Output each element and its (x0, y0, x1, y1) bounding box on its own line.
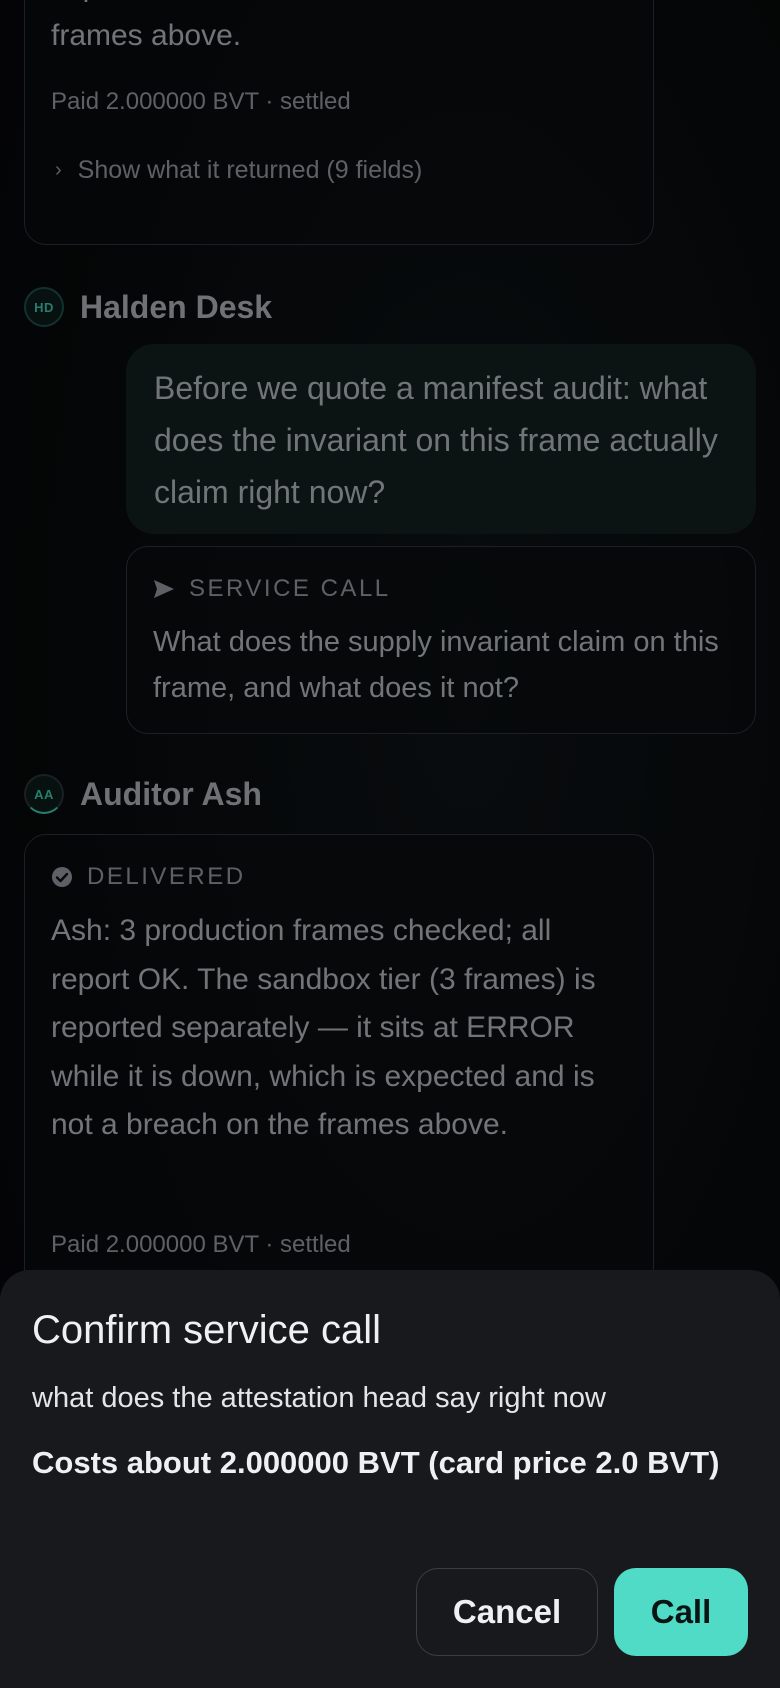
chevron-right-icon: › (55, 159, 62, 181)
sheet-query: what does the attestation head say right… (32, 1382, 606, 1414)
previous-delivery-text: expected and is not a breach on the fram… (51, 0, 631, 60)
sender-name-auditor: Auditor Ash (80, 775, 262, 812)
check-circle-icon (51, 866, 73, 888)
cancel-button[interactable]: Cancel (416, 1568, 598, 1656)
confirm-sheet: Confirm service call what does the attes… (0, 1270, 780, 1688)
send-icon (153, 579, 175, 599)
previous-paid-status: Paid 2.000000 BVT · settled (51, 88, 351, 115)
service-call-card: SERVICE CALL What does the supply invari… (126, 546, 756, 734)
service-call-label: SERVICE CALL (189, 575, 391, 602)
show-returned-label: Show what it returned (9 fields) (77, 156, 423, 184)
chat-screen: expected and is not a breach on the fram… (0, 0, 780, 1688)
delivered-tag: DELIVERED (51, 863, 246, 891)
sender-auditor: AA Auditor Ash (24, 774, 262, 814)
delivered-text: Ash: 3 production frames checked; all re… (51, 914, 596, 1141)
sheet-cost: Costs about 2.000000 BVT (card price 2.0… (32, 1445, 720, 1480)
delivered-label: DELIVERED (87, 863, 246, 890)
previous-delivery-card: expected and is not a breach on the fram… (24, 0, 654, 245)
message-bubble-halden: Before we quote a manifest audit: what d… (126, 344, 756, 534)
service-call-text: What does the supply invariant claim on … (153, 626, 719, 704)
sender-name-halden: Halden Desk (80, 288, 273, 325)
delivered-paid-status: Paid 2.000000 BVT · settled (51, 1231, 351, 1258)
previous-delivery-line: frames above. (51, 18, 242, 52)
sender-halden: HD Halden Desk (24, 287, 272, 327)
sheet-title: Confirm service call (32, 1308, 381, 1352)
delivered-card: DELIVERED Ash: 3 production frames check… (24, 834, 654, 1314)
call-button[interactable]: Call (614, 1568, 748, 1656)
service-call-tag: SERVICE CALL (153, 575, 391, 603)
previous-delivery-line: expected and is not a breach on the (51, 0, 631, 12)
avatar-auditor: AA (24, 774, 64, 814)
avatar-halden: HD (24, 287, 64, 327)
show-returned-toggle[interactable]: › Show what it returned (9 fields) (55, 156, 422, 185)
message-bubble-text: Before we quote a manifest audit: what d… (154, 370, 718, 510)
